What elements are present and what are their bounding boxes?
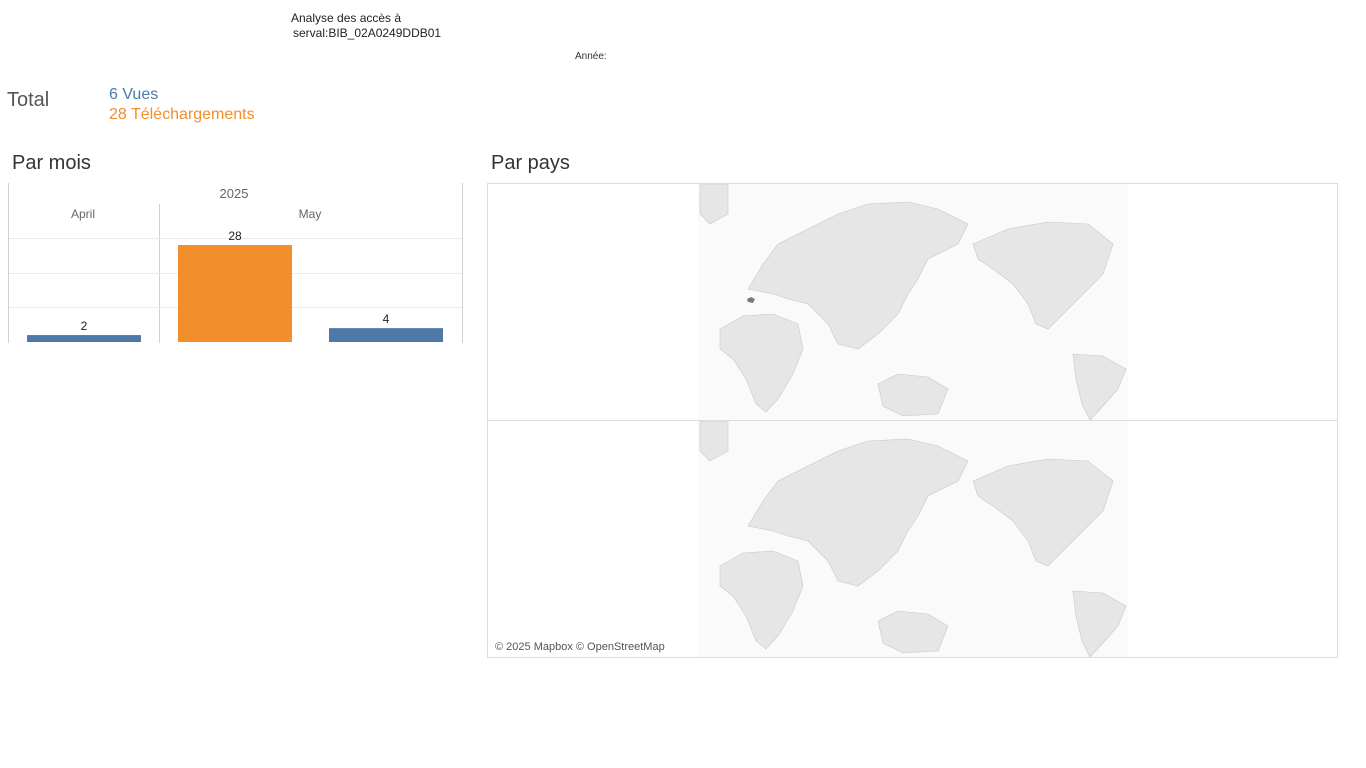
monthly-section-title: Par mois — [12, 152, 91, 174]
bar-may-vues[interactable] — [329, 328, 443, 342]
world-map-svg — [488, 421, 1337, 657]
world-map-svg — [488, 184, 1337, 420]
year-header: 2025 — [220, 186, 249, 201]
total-label: Total — [7, 89, 50, 111]
country-section-title: Par pays — [491, 152, 570, 174]
page-title: Analyse des accès à serval:BIB_02A0249DD… — [291, 11, 441, 41]
monthly-bar-chart[interactable]: 2025 April May 2 28 4 — [8, 183, 463, 343]
bar-value-label: 2 — [81, 319, 88, 333]
bar-value-label: 28 — [228, 229, 242, 243]
bar-chart-svg: 2025 April May 2 28 4 — [8, 183, 463, 343]
map-views[interactable] — [488, 184, 1337, 421]
map-downloads[interactable] — [488, 421, 1337, 657]
month-header-may: May — [299, 207, 322, 221]
map-attribution[interactable]: © 2025 Mapbox © OpenStreetMap — [495, 641, 665, 653]
title-line-2: serval:BIB_02A0249DDB01 — [293, 26, 442, 40]
total-views: 6 Vues — [109, 86, 159, 103]
bars-group: 2 28 4 — [27, 229, 443, 342]
bar-value-label: 4 — [383, 312, 390, 326]
title-line-1: Analyse des accès à — [291, 11, 402, 25]
total-downloads: 28 Téléchargements — [109, 106, 255, 123]
month-header-april: April — [71, 207, 95, 221]
bar-may-telechargements[interactable] — [178, 245, 292, 342]
bar-april-vues[interactable] — [27, 335, 141, 342]
year-filter-label[interactable]: Année: — [575, 51, 607, 62]
country-map[interactable]: © 2025 Mapbox © OpenStreetMap — [487, 183, 1338, 658]
